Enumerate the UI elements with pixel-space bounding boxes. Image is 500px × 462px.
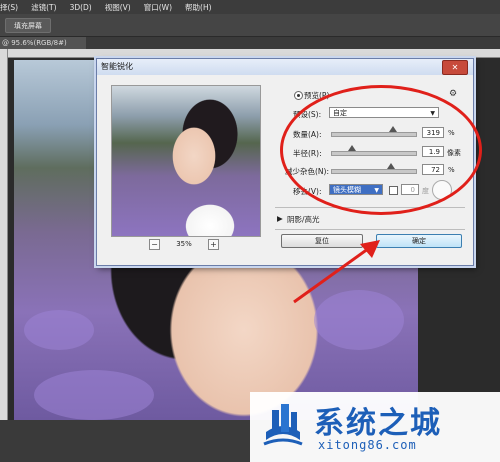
expand-arrow-icon[interactable]: ▶ [277, 214, 283, 223]
menu-help[interactable]: 帮助(H) [185, 2, 212, 13]
lavender-field [24, 310, 94, 350]
zoom-in-button[interactable]: + [208, 238, 219, 250]
city-logo-icon [263, 404, 303, 446]
options-bar: 填充屏幕 [0, 14, 500, 37]
dialog-title: 智能锐化 [97, 59, 473, 75]
divider [275, 229, 465, 230]
horizontal-ruler[interactable] [7, 49, 500, 58]
watermark-title: 系统之城 [314, 406, 442, 441]
annotation-oval [280, 85, 482, 215]
menu-window[interactable]: 窗口(W) [144, 2, 172, 13]
close-button[interactable]: ✕ [442, 60, 468, 75]
watermark: 系统之城 xitong86.com [250, 392, 500, 462]
preview-image[interactable] [111, 85, 261, 237]
gear-icon[interactable]: ⚙ [449, 89, 457, 99]
menu-select[interactable]: 择(S) [0, 2, 18, 13]
menu-3d[interactable]: 3D(D) [70, 3, 92, 12]
menu-view[interactable]: 视图(V) [105, 2, 131, 13]
zoom-out-button[interactable]: − [149, 238, 160, 250]
menu-filter[interactable]: 滤镜(T) [31, 2, 56, 13]
fill-screen-button[interactable]: 填充屏幕 [5, 18, 51, 33]
watermark-url: xitong86.com [318, 438, 417, 452]
vertical-ruler[interactable] [0, 49, 8, 420]
annotation-arrow-icon [293, 240, 380, 304]
document-tab[interactable]: @ 95.6%(RGB/8#) [0, 37, 88, 49]
tab-strip [86, 37, 500, 49]
shadows-highlights-label[interactable]: 阴影/高光 [287, 214, 320, 225]
lavender-field [34, 370, 154, 420]
zoom-level: 35% [176, 240, 192, 248]
preview-checkbox[interactable] [294, 91, 303, 100]
zoom-controls: − 35% + [149, 238, 219, 250]
menu-bar: 择(S) 滤镜(T) 3D(D) 视图(V) 窗口(W) 帮助(H) [0, 0, 500, 14]
